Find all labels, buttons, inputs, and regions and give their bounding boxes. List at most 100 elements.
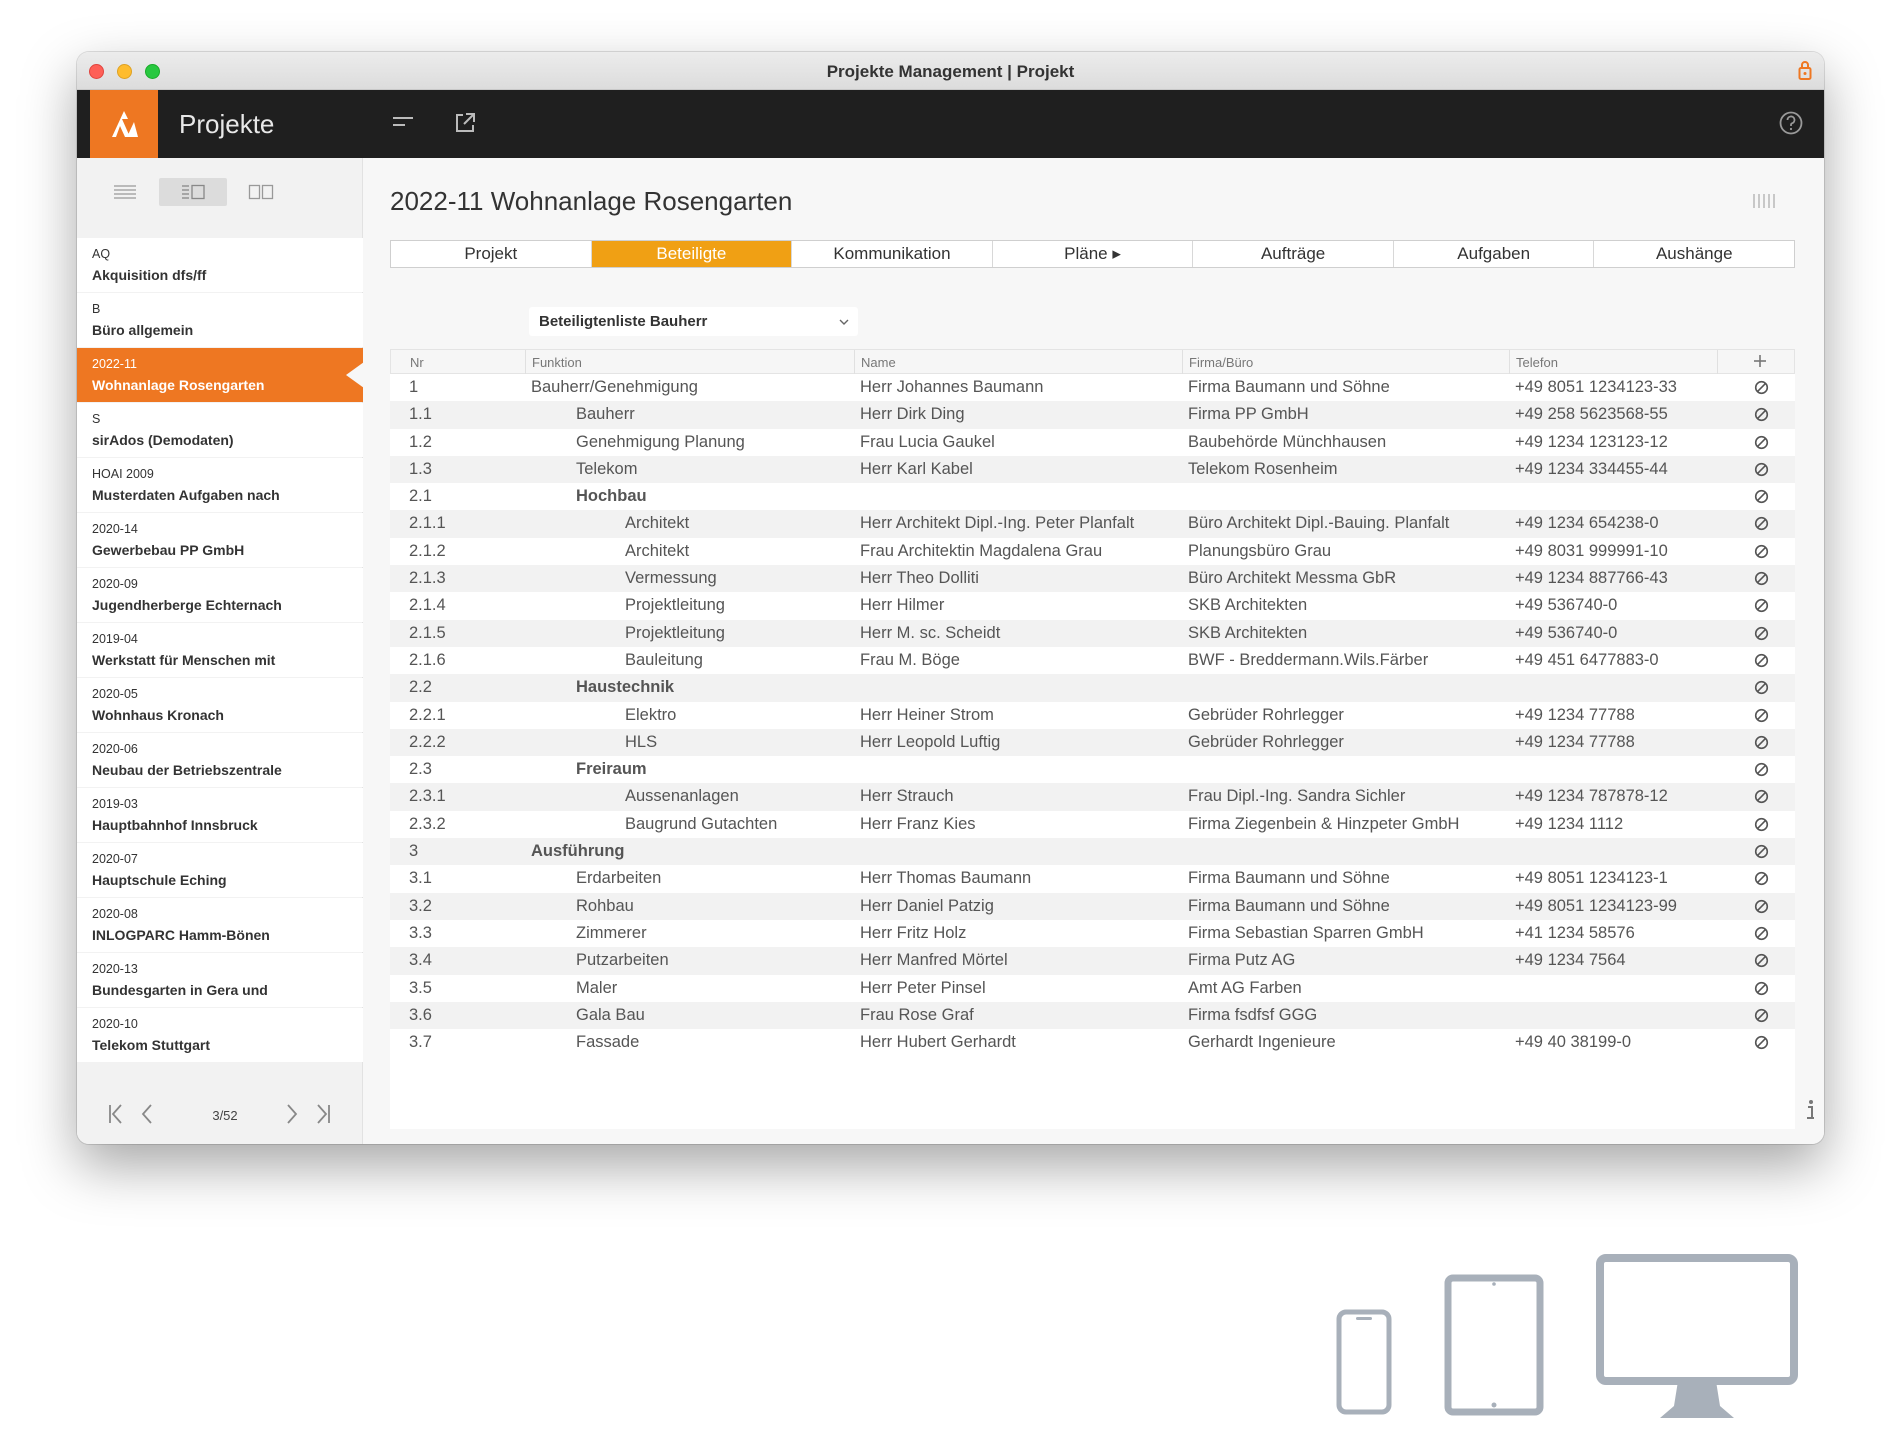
- table-row[interactable]: 2.3.1 Aussenanlagen Herr Strauch Frau Dipl.…: [390, 783, 1795, 811]
- remove-icon[interactable]: [1754, 953, 1769, 968]
- column-header-firma[interactable]: Firma/Büro: [1189, 355, 1253, 370]
- table-row[interactable]: 1.1 Bauherr Herr Dirk Ding Firma PP GmbH +49…: [390, 401, 1795, 429]
- tab-auftraege[interactable]: Aufträge: [1193, 241, 1394, 267]
- tab-aushaenge[interactable]: Aushänge: [1594, 241, 1794, 267]
- remove-icon[interactable]: [1754, 735, 1769, 750]
- external-link-icon[interactable]: [452, 110, 478, 136]
- table-row[interactable]: 2.1 Hochbau: [390, 483, 1795, 510]
- remove-icon[interactable]: [1754, 1008, 1769, 1023]
- tab-kommunikation[interactable]: Kommunikation: [792, 241, 993, 267]
- project-list-item[interactable]: SsirAdos (Demodaten): [77, 403, 363, 457]
- table-row[interactable]: 2.2 Haustechnik: [390, 674, 1795, 702]
- remove-icon[interactable]: [1754, 926, 1769, 941]
- table-row[interactable]: 2.1.5 Projektleitung Herr M. sc. Scheidt SK…: [390, 619, 1795, 647]
- project-list-item[interactable]: B Büro allgemein: [77, 293, 363, 347]
- remove-icon[interactable]: [1754, 789, 1769, 804]
- table-row[interactable]: 3.4 Putzarbeiten Herr Manfred Mörtel Firma …: [390, 947, 1795, 975]
- remove-icon[interactable]: [1754, 598, 1769, 613]
- remove-icon[interactable]: [1754, 462, 1769, 477]
- project-list-item[interactable]: 2020-05 Wohnhaus Kronach: [77, 678, 363, 732]
- project-list-item[interactable]: 2020-07 Hauptschule Eching: [77, 843, 363, 897]
- column-header-nr[interactable]: Nr: [410, 355, 424, 370]
- cell-firma: Büro Architekt Dipl.-Bauing. Planfalt: [1188, 514, 1450, 533]
- next-page-icon[interactable]: [280, 1102, 302, 1126]
- remove-icon[interactable]: [1754, 981, 1769, 996]
- table-row[interactable]: 2.3 Freiraum: [390, 756, 1795, 783]
- remove-icon[interactable]: [1754, 817, 1769, 832]
- table-row[interactable]: 2.1.2 Architekt Frau Architektin Magdalena…: [390, 538, 1795, 565]
- table-row[interactable]: 3.2 Rohbau Herr Daniel Patzig Firma Baumann…: [390, 892, 1795, 920]
- remove-icon[interactable]: [1754, 708, 1769, 723]
- prev-page-icon[interactable]: [137, 1102, 159, 1126]
- remove-icon[interactable]: [1754, 680, 1769, 695]
- first-page-icon[interactable]: [105, 1102, 127, 1126]
- tab-projekt[interactable]: Projekt: [391, 241, 592, 267]
- remove-icon[interactable]: [1754, 489, 1769, 504]
- table-row[interactable]: 2.3.2 Baugrund Gutachten Herr Franz Kies Fi…: [390, 811, 1795, 838]
- remove-icon[interactable]: [1754, 762, 1769, 777]
- project-list-item[interactable]: 2020-08 INLOGPARC Hamm-Bönen: [77, 898, 363, 952]
- remove-icon[interactable]: [1754, 653, 1769, 668]
- table-row[interactable]: 2.1.1 Architekt Herr Architekt Dipl.-Ing. …: [390, 510, 1795, 538]
- list-view-icon[interactable]: [91, 178, 159, 206]
- cell-firma: Firma Ziegenbein & Hinzpeter GmbH: [1188, 814, 1460, 833]
- table-row[interactable]: 3.6 Gala Bau Frau Rose Graf Firma fsdfsf GG…: [390, 1001, 1795, 1030]
- column-header-telefon[interactable]: Telefon: [1516, 355, 1558, 370]
- table-row[interactable]: 3.3 Zimmerer Herr Fritz Holz Firma Sebastia…: [390, 920, 1795, 947]
- participants-table: Nr Funktion Name Firma/Büro Telefon 1 Bau…: [390, 349, 1795, 1129]
- remove-icon[interactable]: [1754, 1035, 1769, 1050]
- cell-telefon: +41 1234 58576: [1515, 923, 1635, 942]
- project-list-item-active[interactable]: 2022-11 Wohnanlage Rosengarten: [77, 348, 364, 402]
- project-list-item[interactable]: 2020-14 Gewerbebau PP GmbH: [77, 513, 363, 567]
- table-row[interactable]: 2.1.4 Projektleitung Herr Hilmer SKB Archit…: [390, 592, 1795, 619]
- remove-icon[interactable]: [1754, 899, 1769, 914]
- table-row[interactable]: 2.1.6 Bauleitung Frau M. Böge BWF - Bredder…: [390, 647, 1795, 674]
- tab-aufgaben[interactable]: Aufgaben: [1394, 241, 1595, 267]
- pager: 3/52: [77, 1096, 363, 1132]
- help-icon[interactable]: [1778, 110, 1804, 136]
- info-icon[interactable]: [1804, 1098, 1816, 1122]
- column-header-funktion[interactable]: Funktion: [532, 355, 582, 370]
- cell-name: Herr Leopold Luftig: [860, 732, 1001, 751]
- project-list-item[interactable]: 2020-10 Telekom Stuttgart: [77, 1008, 363, 1062]
- project-list-item[interactable]: 2020-13 Bundesgarten in Gera und: [77, 953, 363, 1007]
- participant-list-select[interactable]: Beteiligtenliste Bauherr: [529, 307, 858, 336]
- remove-icon[interactable]: [1754, 844, 1769, 859]
- project-list-item[interactable]: 2020-09 Jugendherberge Echternach: [77, 568, 363, 622]
- cell-firma: SKB Architekten: [1188, 596, 1308, 615]
- project-list-item[interactable]: 2019-03 Hauptbahnhof Innsbruck: [77, 788, 363, 842]
- table-row[interactable]: 3.1 Erdarbeiten Herr Thomas Baumann Firma B…: [390, 865, 1795, 892]
- app-logo-icon[interactable]: [90, 90, 158, 158]
- project-list-item[interactable]: 2020-06 Neubau der Betriebszentrale: [77, 733, 363, 787]
- column-header-name[interactable]: Name: [861, 355, 896, 370]
- table-row[interactable]: 1.3 Telekom Herr Karl Kabel Telekom Rosenhe…: [390, 455, 1795, 484]
- remove-icon[interactable]: [1754, 516, 1769, 531]
- table-row[interactable]: 1 Bauherr/Genehmigung Herr Johannes Bauman…: [390, 374, 1795, 401]
- table-row[interactable]: 3.7 Fassade Herr Hubert Gerhardt Gerhardt I…: [390, 1029, 1795, 1056]
- menu-icon[interactable]: [390, 110, 416, 136]
- table-row[interactable]: 3.5 Maler Herr Peter Pinsel Amt AG Farben: [390, 975, 1795, 1002]
- table-row[interactable]: 2.2.1 Elektro Herr Heiner Strom Gebrüder Ro…: [390, 702, 1795, 729]
- table-row[interactable]: 1.2 Genehmigung Planung Frau Lucia Gaukel B…: [390, 429, 1795, 456]
- barcode-icon[interactable]: [1752, 192, 1778, 210]
- remove-icon[interactable]: [1754, 380, 1769, 395]
- remove-icon[interactable]: [1754, 871, 1769, 886]
- cell-nr: 1.2: [409, 432, 432, 451]
- dual-view-icon[interactable]: [227, 178, 295, 206]
- remove-icon[interactable]: [1754, 435, 1769, 450]
- split-view-icon[interactable]: [159, 178, 227, 206]
- add-icon[interactable]: [1752, 353, 1768, 369]
- tab-beteiligte[interactable]: Beteiligte: [591, 241, 793, 267]
- remove-icon[interactable]: [1754, 544, 1769, 559]
- table-row[interactable]: 2.1.3 Vermessung Herr Theo Dolliti Büro Arc…: [390, 565, 1795, 593]
- project-list-item[interactable]: AQ Akquisition dfs/ff: [77, 238, 363, 292]
- project-list-item[interactable]: 2019-04 Werkstatt für Menschen mit: [77, 623, 363, 677]
- remove-icon[interactable]: [1754, 626, 1769, 641]
- project-list-item[interactable]: HOAI 2009 Musterdaten Aufgaben nach: [77, 458, 363, 512]
- table-row[interactable]: 3 Ausführung: [390, 838, 1795, 866]
- last-page-icon[interactable]: [312, 1102, 334, 1126]
- remove-icon[interactable]: [1754, 571, 1769, 586]
- table-row[interactable]: 2.2.2 HLS Herr Leopold Luftig Gebrüder Rohr…: [390, 728, 1795, 757]
- tab-plaene[interactable]: Pläne ▸: [993, 241, 1194, 267]
- remove-icon[interactable]: [1754, 407, 1769, 422]
